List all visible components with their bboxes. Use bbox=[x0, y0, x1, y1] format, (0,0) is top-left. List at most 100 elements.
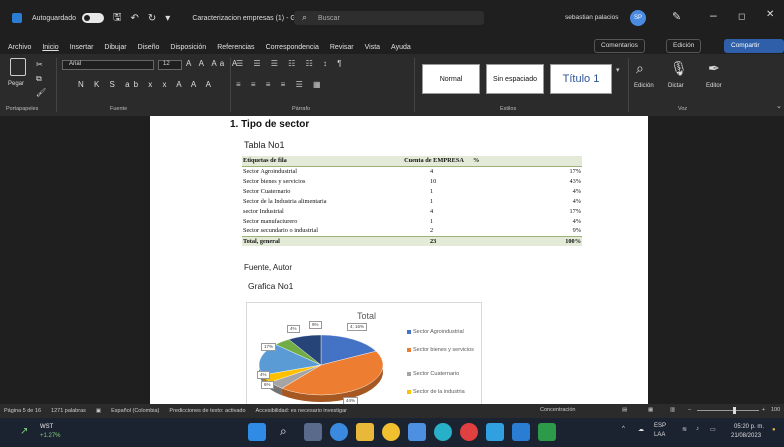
close-icon[interactable]: ✕ bbox=[766, 9, 774, 20]
share-button[interactable]: Compartir bbox=[724, 39, 784, 53]
clock-time[interactable]: 05:20 p. m. bbox=[734, 424, 764, 430]
avatar[interactable]: SP bbox=[630, 10, 646, 26]
style-titulo-1[interactable]: Título 1 bbox=[550, 64, 612, 94]
cut-icon[interactable]: ✂ bbox=[36, 60, 43, 69]
font-size-controls[interactable]: A A Aa A bbox=[186, 59, 240, 68]
search-icon[interactable]: ⌕ bbox=[280, 424, 287, 439]
pie-chart[interactable]: Total 4; 16% 9% 4% 17% 4% 6% 44% Sector Agroin… bbox=[246, 302, 482, 404]
focus-mode-button[interactable]: Concentración bbox=[540, 407, 575, 413]
user-name[interactable]: sebastian palacios bbox=[565, 14, 618, 21]
read-mode-icon[interactable]: ▤ bbox=[622, 407, 627, 413]
legend-label: Sector bienes y servicios bbox=[413, 347, 474, 353]
web-layout-icon[interactable]: ▥ bbox=[670, 407, 675, 413]
battery-icon[interactable]: ▭ bbox=[710, 426, 716, 433]
app-icon[interactable] bbox=[460, 423, 478, 441]
paste-icon[interactable] bbox=[10, 58, 26, 76]
edge-icon[interactable] bbox=[330, 423, 348, 441]
chrome-icon[interactable] bbox=[382, 423, 400, 441]
file-explorer-icon[interactable] bbox=[356, 423, 374, 441]
undo-icon[interactable]: ↶ bbox=[131, 13, 139, 24]
onedrive-icon[interactable]: ☁ bbox=[638, 426, 644, 433]
tray-chevron-icon[interactable]: ^ bbox=[622, 426, 625, 432]
stock-widget-name[interactable]: WST bbox=[40, 424, 53, 430]
zoom-slider-knob[interactable] bbox=[733, 407, 736, 414]
minimize-icon[interactable]: – bbox=[710, 8, 717, 22]
group-label-voice: Voz bbox=[678, 106, 688, 112]
page-count[interactable]: Página 5 de 16 bbox=[4, 408, 41, 414]
zoom-out-icon[interactable]: – bbox=[688, 407, 691, 413]
format-painter-icon[interactable]: 🖌 bbox=[36, 88, 46, 97]
table-header-cell: Cuenta de EMPRESA bbox=[396, 156, 472, 167]
comments-button[interactable]: Comentarios bbox=[594, 39, 645, 53]
find-icon[interactable]: ⌕ bbox=[636, 60, 644, 77]
accessibility-status[interactable]: Accesibilidad: es necesario investigar bbox=[256, 408, 347, 414]
task-view-icon[interactable] bbox=[304, 423, 322, 441]
menu-vista[interactable]: Vista bbox=[365, 44, 380, 51]
app-icon[interactable] bbox=[434, 423, 452, 441]
wifi-icon[interactable]: ≋ bbox=[682, 426, 687, 433]
print-layout-icon[interactable]: ▦ bbox=[648, 407, 653, 413]
search-box[interactable]: ⌕ Buscar bbox=[294, 11, 484, 25]
quick-access-dropdown-icon[interactable]: ▾ bbox=[165, 13, 170, 24]
clock-date[interactable]: 21/08/2023 bbox=[731, 433, 761, 439]
menu-dibujar[interactable]: Dibujar bbox=[104, 44, 126, 51]
menu-referencias[interactable]: Referencias bbox=[217, 44, 254, 51]
font-format-controls[interactable]: N K S ab x x A A A bbox=[78, 80, 215, 89]
style-sin-espaciado[interactable]: Sin espaciado bbox=[486, 64, 544, 94]
font-size-select[interactable]: 12 bbox=[158, 60, 182, 70]
language-status[interactable]: Español (Colombia) bbox=[111, 408, 159, 414]
pie-data-label: 4% bbox=[257, 371, 270, 379]
editor-label[interactable]: Editor bbox=[706, 83, 722, 89]
language-bottom[interactable]: LAA bbox=[654, 432, 665, 438]
autosave-toggle[interactable] bbox=[81, 13, 104, 23]
pivot-table[interactable]: Etiquetas de fila Cuenta de EMPRESA % Se… bbox=[242, 156, 582, 246]
excel-taskbar-icon[interactable] bbox=[538, 423, 556, 441]
windows-start-icon[interactable] bbox=[248, 423, 266, 441]
volume-icon[interactable]: ♪ bbox=[696, 426, 699, 432]
maximize-icon[interactable]: ◻ bbox=[738, 11, 745, 22]
copy-icon[interactable]: ⧉ bbox=[36, 74, 42, 84]
font-name-select[interactable]: Arial bbox=[62, 60, 154, 70]
table-cell: Sector manufacturero bbox=[243, 217, 298, 225]
save-icon[interactable]: 🖫 bbox=[113, 10, 122, 27]
table-header-row: Etiquetas de fila Cuenta de EMPRESA % bbox=[242, 156, 582, 167]
menu-revisar[interactable]: Revisar bbox=[330, 44, 354, 51]
menu-ayuda[interactable]: Ayuda bbox=[391, 44, 411, 51]
menu-diseno[interactable]: Diseño bbox=[138, 44, 160, 51]
menu-insertar[interactable]: Insertar bbox=[70, 44, 94, 51]
redo-icon[interactable]: ↻ bbox=[148, 13, 156, 24]
paragraph-align-controls[interactable]: ≡ ≡ ≡ ≡ ☰ ▦ bbox=[236, 80, 325, 89]
paste-label[interactable]: Pegar bbox=[8, 81, 24, 87]
designer-pen-icon[interactable]: ✎ bbox=[672, 10, 681, 23]
document-page[interactable]: 1. Tipo de sector Tabla No1 Etiquetas de… bbox=[150, 116, 648, 404]
legend-item: Sector Cuaternario bbox=[407, 371, 477, 378]
menu-inicio[interactable]: Inicio bbox=[42, 44, 58, 51]
editor-icon[interactable]: ✒ bbox=[708, 60, 720, 77]
zoom-slider[interactable] bbox=[697, 410, 759, 411]
proofing-icon[interactable]: ▣ bbox=[96, 408, 101, 414]
dictate-label[interactable]: Dictar bbox=[668, 83, 684, 89]
notification-icon[interactable]: ● bbox=[772, 427, 776, 433]
text-predictions-status[interactable]: Predicciones de texto: activado bbox=[169, 408, 245, 414]
paragraph-list-controls[interactable]: ☰ ☰ ☰ ☷ ☷ ↕ ¶ bbox=[236, 59, 346, 68]
stock-widget-change[interactable]: +1.27% bbox=[40, 433, 61, 439]
language-top[interactable]: ESP bbox=[654, 423, 666, 429]
ribbon-collapse-icon[interactable]: ⌄ bbox=[776, 102, 782, 110]
zoom-level[interactable]: 100 bbox=[771, 407, 780, 413]
edit-label[interactable]: Edición bbox=[634, 83, 654, 89]
stock-widget-icon[interactable]: ↗ bbox=[20, 426, 28, 437]
menu-archivo[interactable]: Archivo bbox=[8, 44, 31, 51]
styles-more-icon[interactable]: ▾ bbox=[616, 66, 620, 74]
zoom-in-icon[interactable]: + bbox=[762, 407, 765, 413]
app-icon[interactable] bbox=[486, 423, 504, 441]
word-count[interactable]: 1271 palabras bbox=[51, 408, 86, 414]
table-cell: sector Industrial bbox=[243, 207, 284, 215]
style-normal[interactable]: Normal bbox=[422, 64, 480, 94]
legend-swatch bbox=[407, 371, 411, 376]
store-icon[interactable] bbox=[408, 423, 426, 441]
menu-disposicion[interactable]: Disposición bbox=[170, 44, 206, 51]
menu-correspondencia[interactable]: Correspondencia bbox=[266, 44, 319, 51]
word-taskbar-icon[interactable] bbox=[512, 423, 530, 441]
editing-button[interactable]: Edición bbox=[666, 39, 702, 53]
microphone-icon[interactable]: 🎙 bbox=[670, 60, 688, 77]
